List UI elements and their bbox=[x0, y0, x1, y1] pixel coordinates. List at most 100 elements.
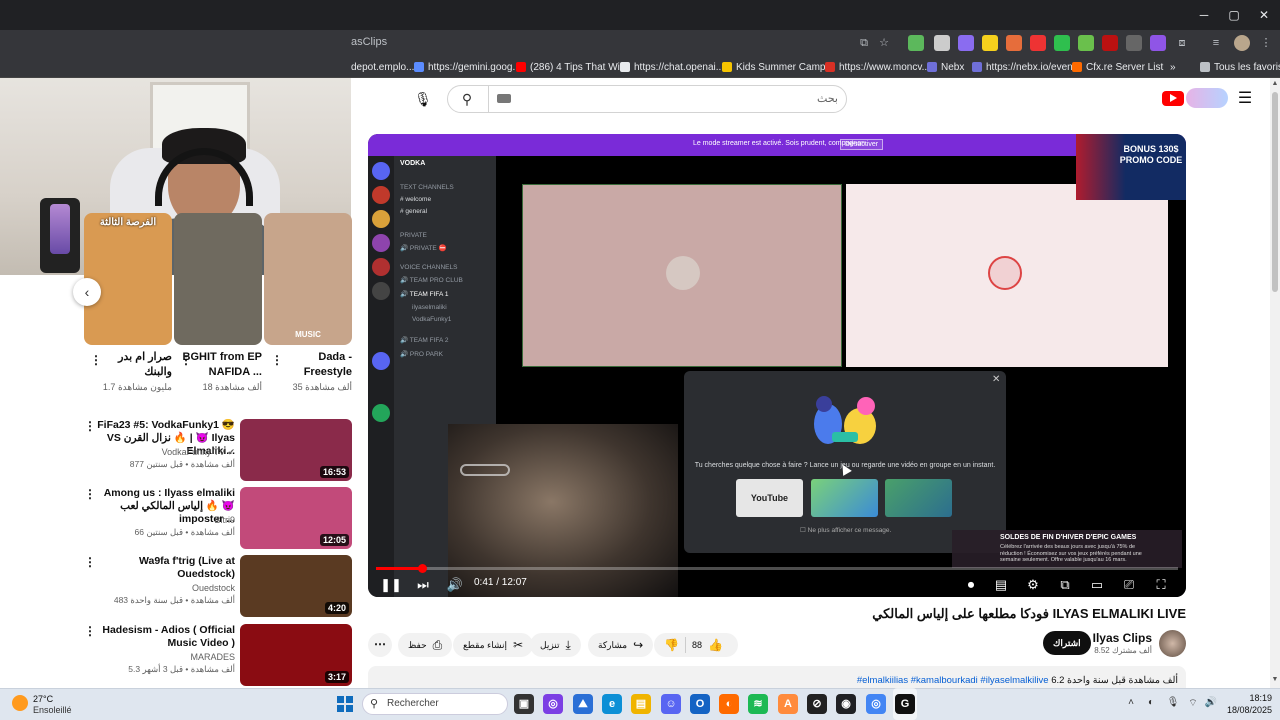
microphone-icon[interactable]: 🎙 bbox=[1166, 697, 1180, 711]
progress-bar[interactable] bbox=[376, 567, 1178, 570]
clock-time[interactable]: 18:19 bbox=[1236, 693, 1272, 703]
progress-scrubber[interactable] bbox=[417, 564, 427, 573]
bookmark-item[interactable]: Nebx bbox=[927, 60, 964, 74]
extension-icon[interactable] bbox=[1150, 35, 1166, 51]
more-options-icon[interactable]: ⋮ bbox=[90, 353, 102, 367]
voice-search-icon[interactable]: 🎙 bbox=[412, 86, 434, 112]
url-field[interactable]: asClips bbox=[351, 36, 387, 48]
bookmark-star-icon[interactable]: ☆ bbox=[876, 35, 892, 51]
recommended-video[interactable]: 4:20 Wa9fa f'trig (Live at Ouedstock) Ou… bbox=[80, 555, 352, 617]
bookmark-item[interactable]: depot.emplo... bbox=[351, 60, 414, 74]
more-bookmarks-button[interactable]: » bbox=[1170, 60, 1176, 74]
video-player[interactable]: Le mode streamer est activé. Sois pruden… bbox=[368, 134, 1186, 597]
more-options-icon[interactable]: ⋮ bbox=[84, 487, 96, 501]
scrollbar-thumb[interactable] bbox=[1272, 92, 1278, 292]
more-options-icon[interactable]: ⋮ bbox=[84, 555, 96, 569]
carousel-previous-button[interactable]: ‹ bbox=[73, 278, 101, 306]
cast-button[interactable]: ⎚ bbox=[1118, 575, 1140, 595]
share-button[interactable]: مشاركة ↪ bbox=[588, 633, 654, 657]
tray-app-icon[interactable]: ◐ bbox=[1144, 697, 1158, 711]
keyboard-icon[interactable] bbox=[497, 94, 511, 103]
extension-icon[interactable] bbox=[1078, 35, 1094, 51]
extension-icon[interactable] bbox=[1054, 35, 1070, 51]
save-button[interactable]: حفظ ⎙ bbox=[398, 633, 453, 657]
more-options-icon[interactable]: ⋮ bbox=[271, 353, 283, 367]
taskbar-app-icon[interactable]: ◎ bbox=[866, 694, 886, 714]
description-hashtags[interactable]: #elmalkiilias #kamalbourkadi #ilyaselmal… bbox=[857, 675, 1049, 686]
tray-overflow-icon[interactable]: ˄ bbox=[1124, 697, 1138, 711]
bookmark-item[interactable]: https://www.moncv... bbox=[825, 60, 930, 74]
recommended-video[interactable]: 3:17 Hadesism - Adios ( Official Music V… bbox=[80, 624, 352, 686]
search-icon[interactable]: ⚲ bbox=[457, 89, 477, 109]
short-thumbnail[interactable]: الفرصة الثالثة bbox=[84, 213, 172, 345]
taskbar-app-icon[interactable]: G bbox=[895, 694, 915, 714]
channel-avatar[interactable] bbox=[1159, 630, 1186, 657]
short-thumbnail[interactable] bbox=[174, 213, 262, 345]
subscribe-button[interactable]: اشتراك bbox=[1043, 631, 1091, 655]
youtube-doodle[interactable] bbox=[1186, 88, 1228, 108]
clip-button[interactable]: إنشاء مقطع ✂ bbox=[453, 633, 534, 657]
recommended-video[interactable]: 12:05 Among us : Ilyass elmaliki إلياس ا… bbox=[80, 487, 352, 549]
short-title[interactable]: صرار ام بدر والبنك bbox=[90, 350, 172, 380]
all-bookmarks-button[interactable]: Tous les favoris bbox=[1200, 60, 1280, 74]
clock-date[interactable]: 18/08/2025 bbox=[1220, 705, 1272, 715]
settings-icon[interactable]: ⚙ bbox=[1022, 575, 1044, 595]
extensions-puzzle-icon[interactable]: ⧈ bbox=[1174, 35, 1190, 51]
channel-name[interactable]: Ouedstock bbox=[94, 583, 235, 593]
subtitles-button[interactable]: ▤ bbox=[990, 575, 1012, 595]
install-app-icon[interactable]: ⧉ bbox=[856, 35, 872, 51]
scroll-down-arrow[interactable]: ▼ bbox=[1270, 676, 1280, 686]
extension-icon[interactable] bbox=[1030, 35, 1046, 51]
close-button[interactable]: ✕ bbox=[1248, 0, 1280, 30]
video-thumbnail[interactable]: 16:53 bbox=[240, 419, 352, 481]
weather-description[interactable]: Ensoleillé bbox=[33, 705, 72, 715]
miniplayer-button[interactable]: ⧉ bbox=[1054, 575, 1076, 595]
taskbar-app-icon[interactable]: ◉ bbox=[836, 694, 856, 714]
bookmark-item[interactable]: https://chat.openai.... bbox=[620, 60, 727, 74]
more-options-icon[interactable]: ⋮ bbox=[180, 353, 192, 367]
bookmark-item[interactable]: Cfx.re Server List bbox=[1072, 60, 1163, 74]
taskbar-app-icon[interactable]: ☺ bbox=[661, 694, 681, 714]
channel-name[interactable]: Ilyas Clips bbox=[1090, 631, 1152, 645]
fullscreen-button[interactable]: ⛶ bbox=[1150, 575, 1172, 595]
volume-icon[interactable]: 🔊 bbox=[1204, 697, 1218, 711]
network-icon[interactable]: ⌔ bbox=[1186, 697, 1200, 711]
short-title[interactable]: BGHIT from EP NAFIDA ... bbox=[180, 350, 262, 380]
taskbar-app-icon[interactable]: A bbox=[778, 694, 798, 714]
menu-icon[interactable]: ☰ bbox=[1236, 90, 1254, 108]
video-thumbnail[interactable]: 12:05 bbox=[240, 487, 352, 549]
scroll-up-arrow[interactable]: ▲ bbox=[1270, 80, 1280, 90]
video-thumbnail[interactable]: 4:20 bbox=[240, 555, 352, 617]
extension-icon[interactable] bbox=[958, 35, 974, 51]
video-title[interactable]: Wa9fa f'trig (Live at Ouedstock) bbox=[94, 555, 235, 581]
browser-menu-icon[interactable]: ⋮ bbox=[1258, 35, 1274, 51]
extension-icon[interactable] bbox=[1006, 35, 1022, 51]
video-thumbnail[interactable]: 3:17 bbox=[240, 624, 352, 686]
extension-icon[interactable] bbox=[1126, 35, 1142, 51]
taskbar-app-icon[interactable]: ▤ bbox=[631, 694, 651, 714]
volume-button[interactable]: 🔊 bbox=[444, 575, 466, 595]
extension-icon[interactable] bbox=[982, 35, 998, 51]
next-button[interactable]: ⏭ bbox=[412, 575, 434, 595]
taskbar-app-icon[interactable]: ◐ bbox=[719, 694, 739, 714]
short-thumbnail[interactable]: MUSIC bbox=[264, 213, 352, 345]
bookmark-item[interactable]: Kids Summer Camp... bbox=[722, 60, 834, 74]
like-count[interactable]: 88 bbox=[692, 640, 702, 650]
taskbar-app-icon[interactable]: ≋ bbox=[748, 694, 768, 714]
download-button[interactable]: تنزيل ⤓ bbox=[530, 633, 581, 657]
bookmark-item[interactable]: (286) 4 Tips That Wi... bbox=[516, 60, 628, 74]
bookmark-item[interactable]: https://nebx.io/event bbox=[972, 60, 1076, 74]
start-button[interactable] bbox=[337, 696, 353, 712]
tab-search-icon[interactable]: ≡ bbox=[1208, 35, 1224, 51]
bookmark-item[interactable]: https://gemini.goog... bbox=[414, 60, 521, 74]
weather-temperature[interactable]: 27°C bbox=[33, 694, 53, 704]
recommended-video[interactable]: 16:53 FiFa23 #5: VodkaFunky1 😎 VS نزال ا… bbox=[80, 419, 352, 481]
minimize-button[interactable]: ─ bbox=[1188, 0, 1220, 30]
pause-button[interactable]: ❚❚ bbox=[380, 575, 402, 595]
taskbar-app-icon[interactable]: ◎ bbox=[543, 694, 563, 714]
like-icon[interactable]: 👍 bbox=[708, 638, 723, 652]
channel-name[interactable]: Bitri9 bbox=[94, 515, 235, 525]
theater-mode-button[interactable]: ▭ bbox=[1086, 575, 1108, 595]
profile-avatar[interactable] bbox=[1234, 35, 1250, 51]
autoplay-toggle[interactable]: ⏺ bbox=[960, 575, 982, 595]
